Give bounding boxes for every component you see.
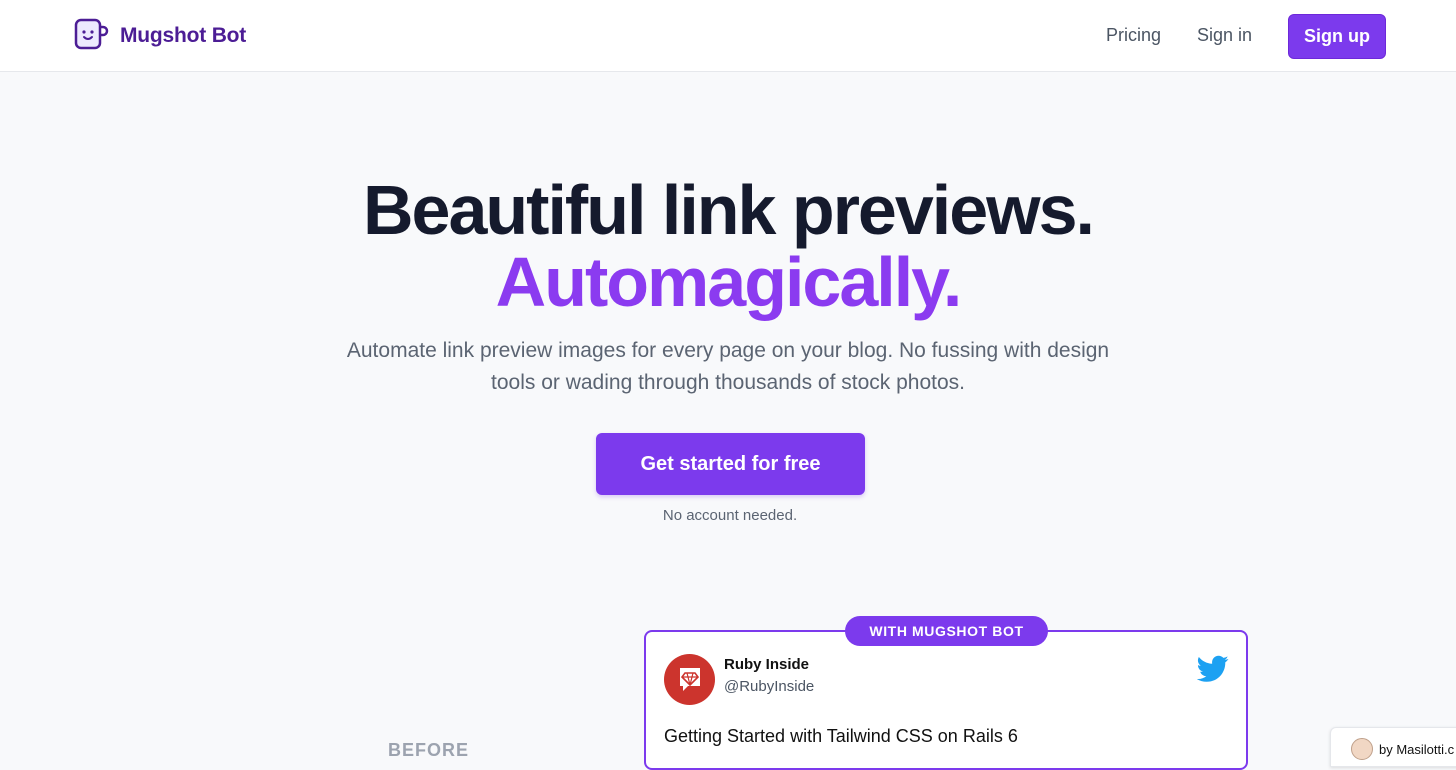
with-mugshot-bot-badge: WITH MUGSHOT BOT xyxy=(845,616,1048,646)
nav-pricing-link[interactable]: Pricing xyxy=(1106,25,1161,46)
before-label: BEFORE xyxy=(388,740,470,760)
brand-logo-link[interactable]: Mugshot Bot xyxy=(74,18,246,54)
sign-up-button[interactable]: Sign up xyxy=(1288,14,1386,59)
nav-sign-in-link[interactable]: Sign in xyxy=(1197,25,1252,46)
top-navigation-bar: Mugshot Bot Pricing Sign in Sign up xyxy=(0,0,1456,72)
get-started-button[interactable]: Get started for free xyxy=(596,433,865,495)
ruby-gem-icon xyxy=(664,654,715,705)
tweet-preview-card xyxy=(644,630,1248,770)
author-credit-badge[interactable]: by Masilotti.c xyxy=(1330,727,1456,767)
mug-icon xyxy=(74,16,110,57)
cta-note: No account needed. xyxy=(662,507,798,524)
tweet-account-name: Ruby Inside xyxy=(724,656,810,673)
tweet-account-handle: @RubyInside xyxy=(724,678,815,695)
hero-subtitle: Automate link preview images for every p… xyxy=(346,339,1110,394)
twitter-bird-icon xyxy=(1196,655,1229,683)
hero-title-line1: Beautiful link previews. xyxy=(363,171,1095,249)
hero-title-line2: Automagically. xyxy=(495,243,963,321)
face-avatar-icon xyxy=(1351,738,1373,760)
tweet-text: Getting Started with Tailwind CSS on Rai… xyxy=(664,726,1018,746)
brand-name: Mugshot Bot xyxy=(120,24,247,47)
